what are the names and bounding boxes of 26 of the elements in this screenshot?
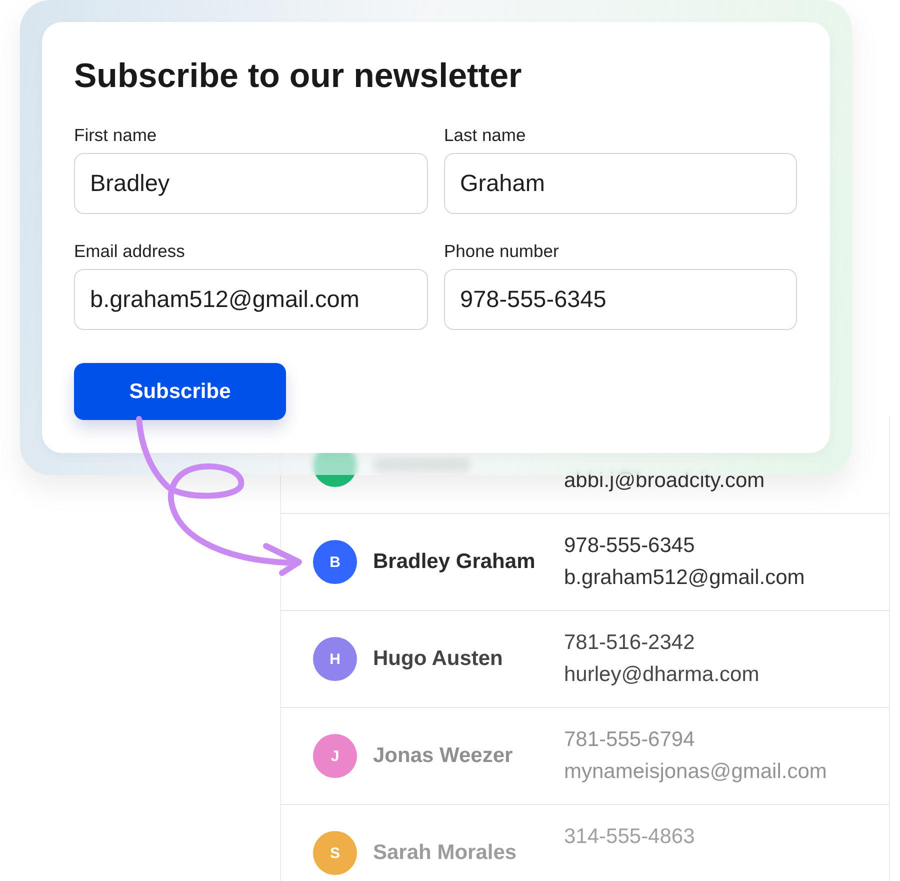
contact-phone: 781-516-2342 <box>564 630 696 656</box>
subscribe-button[interactable]: Subscribe <box>74 363 286 420</box>
text-input[interactable]: 978-555-6345 <box>444 269 797 330</box>
contact-email: hurley@dharma.com <box>564 662 760 688</box>
field-label: Email address <box>74 241 185 261</box>
contact-name: Hugo Austen <box>373 647 504 671</box>
form-title: Subscribe to our newsletter <box>74 56 523 96</box>
contact-email: b.graham512@gmail.com <box>564 565 805 591</box>
avatar: H <box>313 637 357 681</box>
contact-name: Bradley Graham <box>373 550 536 574</box>
avatar: B <box>313 540 357 584</box>
contact-phone: 314-555-4863 <box>564 824 695 850</box>
contact-email: mynameisjonas@gmail.com <box>564 759 827 785</box>
avatar: J <box>313 734 357 778</box>
contact-phone: 781-555-6794 <box>564 727 696 753</box>
contact-name: Sarah Morales <box>373 841 518 865</box>
field-label: Last name <box>444 125 526 145</box>
contact-email: abbi.j@broadcity.com <box>564 468 765 494</box>
text-input[interactable]: Bradley <box>74 153 428 214</box>
field-label: Phone number <box>444 241 559 261</box>
text-input[interactable]: b.graham512@gmail.com <box>74 269 428 330</box>
contact-phone: 978-555-6345 <box>564 533 696 559</box>
contact-name: Jonas Weezer <box>373 744 514 768</box>
field-label: First name <box>74 125 157 145</box>
avatar: S <box>313 831 357 875</box>
text-input[interactable]: Graham <box>444 153 797 214</box>
